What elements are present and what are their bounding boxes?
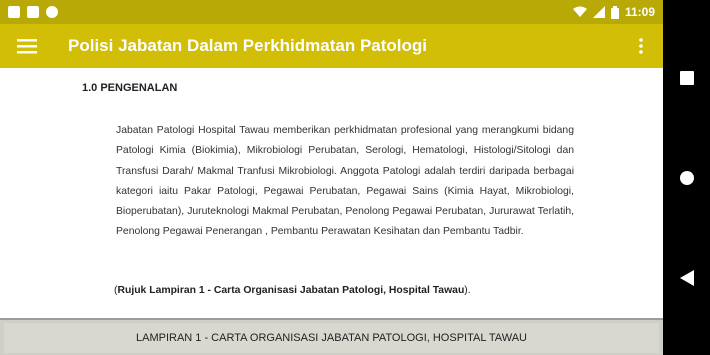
app-title: Polisi Jabatan Dalam Perkhidmatan Patolo… bbox=[68, 36, 427, 55]
system-nav-bar bbox=[663, 0, 710, 355]
battery-icon bbox=[610, 5, 619, 19]
notification-icon bbox=[8, 6, 20, 18]
back-icon[interactable] bbox=[671, 262, 703, 294]
app-screen: 11:09 Polisi Jabatan Dalam Perkhidmatan … bbox=[0, 0, 663, 355]
lampiran-button[interactable]: LAMPIRAN 1 - CARTA ORGANISASI JABATAN PA… bbox=[4, 322, 659, 353]
content-area[interactable]: 1.0 PENGENALAN Jabatan Patologi Hospital… bbox=[0, 68, 663, 318]
hamburger-menu-icon[interactable] bbox=[0, 24, 54, 68]
section-heading: 1.0 PENGENALAN bbox=[82, 82, 178, 94]
reference-note: (Rujuk Lampiran 1 - Carta Organisasi Jab… bbox=[114, 285, 471, 296]
reference-link-text: Rujuk Lampiran 1 - Carta Organisasi Jaba… bbox=[117, 285, 465, 296]
footer-bar: LAMPIRAN 1 - CARTA ORGANISASI JABATAN PA… bbox=[0, 318, 663, 355]
sync-icon bbox=[46, 6, 58, 18]
app-bar: Polisi Jabatan Dalam Perkhidmatan Patolo… bbox=[0, 24, 663, 68]
reference-close: ). bbox=[464, 285, 471, 296]
status-system: 11:09 bbox=[572, 5, 655, 19]
intro-paragraph: Jabatan Patologi Hospital Tawau memberik… bbox=[116, 125, 574, 238]
wifi-icon bbox=[572, 6, 587, 17]
more-vert-icon[interactable] bbox=[629, 24, 653, 68]
recents-icon[interactable] bbox=[671, 62, 703, 94]
signal-icon bbox=[592, 6, 605, 18]
status-bar: 11:09 bbox=[0, 0, 663, 24]
status-time: 11:09 bbox=[624, 5, 655, 19]
home-icon[interactable] bbox=[671, 162, 703, 194]
status-notifications bbox=[8, 6, 58, 18]
sd-card-icon bbox=[27, 6, 39, 18]
